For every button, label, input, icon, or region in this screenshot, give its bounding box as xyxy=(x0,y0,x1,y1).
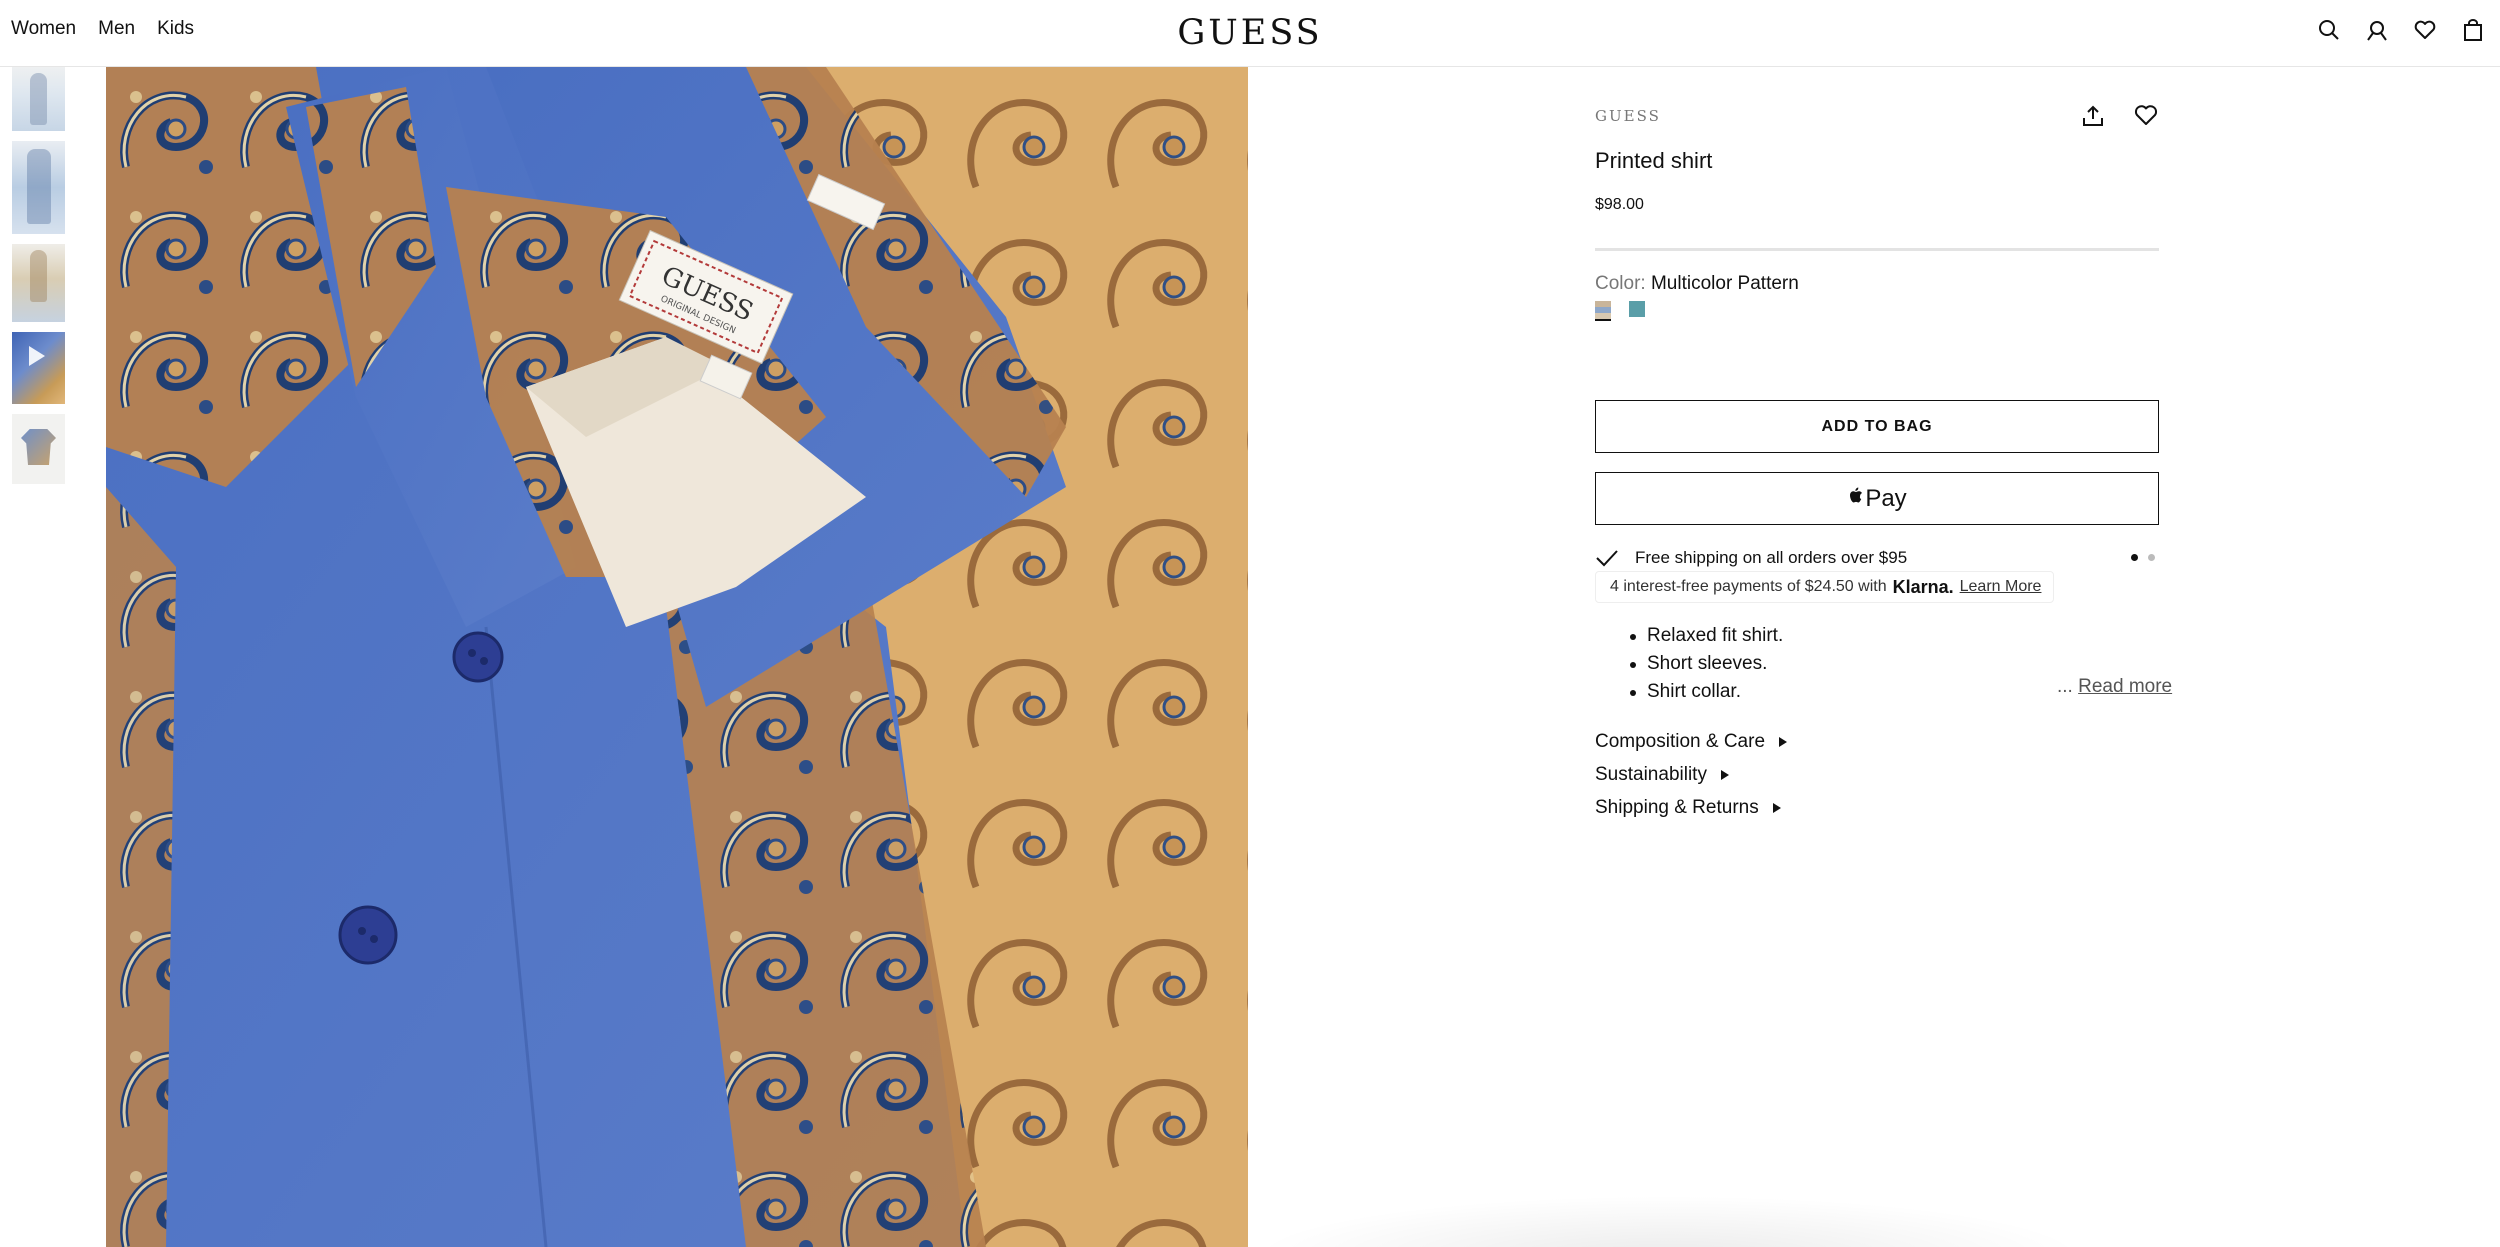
klarna-text: 4 interest-free payments of $24.50 with xyxy=(1610,578,1887,595)
klarna-logo: Klarna. xyxy=(1892,576,1954,597)
site-header: Women Men Kids GUESS xyxy=(0,0,2500,67)
caret-right-icon xyxy=(1720,770,1729,780)
add-to-bag-button[interactable]: ADD TO BAG xyxy=(1595,400,2159,453)
divider xyxy=(1595,248,2159,251)
accordion-shipping-returns[interactable]: Shipping & Returns xyxy=(1595,797,1781,819)
thumbnail-2[interactable] xyxy=(12,141,65,234)
header-icons xyxy=(2316,17,2486,43)
wishlist-icon[interactable] xyxy=(2412,17,2438,43)
color-value: Multicolor Pattern xyxy=(1650,273,1799,294)
promo-text: Free shipping on all orders over $95 xyxy=(1635,548,1908,567)
play-icon xyxy=(29,346,45,366)
caret-right-icon xyxy=(1772,803,1781,813)
bottom-shadow xyxy=(1248,1195,2088,1247)
search-icon[interactable] xyxy=(2316,17,2342,43)
account-icon[interactable] xyxy=(2364,17,2390,43)
heart-icon[interactable] xyxy=(2134,104,2158,128)
color-swatches xyxy=(1595,301,1645,321)
product-description: Relaxed fit shirt. Short sleeves. Shirt … xyxy=(1629,622,1783,706)
accordion-label: Shipping & Returns xyxy=(1595,797,1759,818)
nav-kids[interactable]: Kids xyxy=(157,18,194,40)
description-bullet: Relaxed fit shirt. xyxy=(1629,622,1783,650)
swatch-teal[interactable] xyxy=(1629,301,1645,317)
main-product-image[interactable]: GUESS ORIGINAL DESIGN xyxy=(106,67,1248,1247)
description-bullet: Short sleeves. xyxy=(1629,650,1783,678)
nav-men[interactable]: Men xyxy=(98,18,135,40)
nav-women[interactable]: Women xyxy=(11,18,76,40)
klarna-learn-more-link[interactable]: Learn More xyxy=(1960,578,2042,596)
carousel-dot-1[interactable] xyxy=(2131,554,2138,561)
model-figure xyxy=(30,250,47,302)
bag-icon[interactable] xyxy=(2460,17,2486,43)
model-figure xyxy=(27,149,51,224)
site-logo[interactable]: GUESS xyxy=(1173,13,1327,53)
read-more-ellipsis: ... xyxy=(2057,676,2073,697)
apple-icon xyxy=(1847,486,1863,512)
klarna-banner: 4 interest-free payments of $24.50 with … xyxy=(1595,571,2055,603)
thumbnail-video[interactable] xyxy=(12,332,65,404)
apple-pay-button[interactable]: Pay xyxy=(1595,472,2159,525)
product-price: $98.00 xyxy=(1595,196,1644,213)
accordion-label: Sustainability xyxy=(1595,764,1707,785)
product-brand: GUESS xyxy=(1595,107,1661,125)
promo-banner: Free shipping on all orders over $95 xyxy=(1595,544,2159,572)
thumbnail-5[interactable] xyxy=(12,414,65,484)
color-selector-label: Color: Multicolor Pattern xyxy=(1595,273,1799,295)
color-label: Color: xyxy=(1595,273,1646,294)
printed-shirt-image: GUESS ORIGINAL DESIGN xyxy=(106,67,1248,1247)
share-icon[interactable] xyxy=(2081,104,2105,128)
shirt-flatlay-image xyxy=(21,429,56,465)
swatch-multicolor-pattern[interactable] xyxy=(1595,301,1611,321)
check-icon xyxy=(1595,548,1619,568)
carousel-dot-2[interactable] xyxy=(2148,554,2155,561)
thumbnail-list xyxy=(12,67,65,494)
promo-carousel-dots xyxy=(2131,554,2155,561)
caret-right-icon xyxy=(1779,737,1788,747)
read-more-link[interactable]: Read more xyxy=(2078,676,2172,697)
product-title: Printed shirt xyxy=(1595,148,1713,173)
model-figure xyxy=(30,73,47,125)
thumbnail-3[interactable] xyxy=(12,244,65,322)
main-nav: Women Men Kids xyxy=(11,18,194,40)
description-bullet: Shirt collar. xyxy=(1629,678,1783,706)
accordion-sustainability[interactable]: Sustainability xyxy=(1595,764,1729,786)
read-more: ... Read more xyxy=(2057,676,2172,698)
apple-pay-label: Pay xyxy=(1865,484,1907,512)
thumbnail-1[interactable] xyxy=(12,67,65,131)
accordion-composition-care[interactable]: Composition & Care xyxy=(1595,731,1788,753)
accordion-label: Composition & Care xyxy=(1595,731,1766,752)
